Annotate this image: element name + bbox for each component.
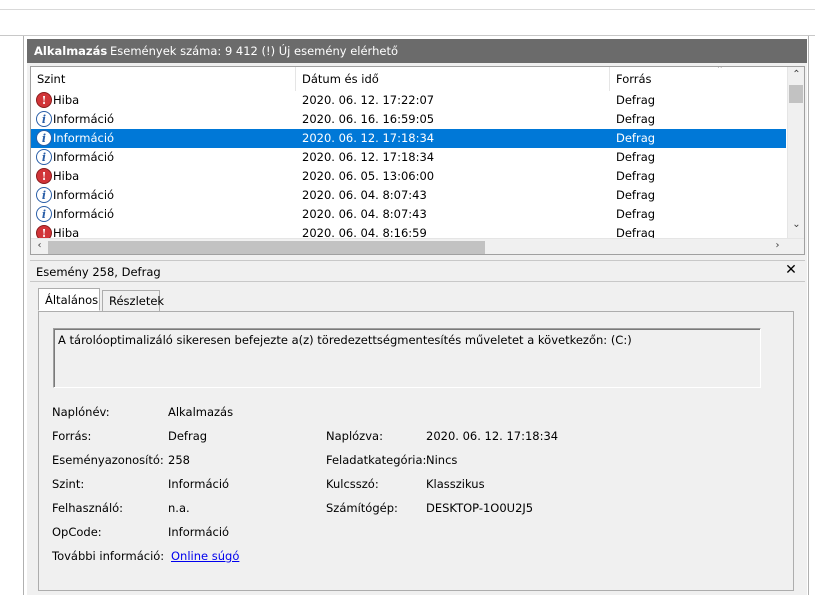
event-title: Esemény 258, Defrag: [36, 265, 161, 279]
field-value: n.a.: [168, 501, 190, 515]
cell-datetime: 2020. 06. 12. 17:18:34: [302, 150, 435, 164]
cell-level: Információ: [53, 188, 115, 202]
description-text: A tárolóoptimalizáló sikeresen befejezte…: [58, 333, 632, 347]
table-row[interactable]: i Információ 2020. 06. 04. 8:07:43 Defrag: [31, 205, 786, 224]
error-icon: !: [36, 92, 52, 108]
online-help-link[interactable]: Online súgó: [171, 549, 239, 563]
scroll-left-icon[interactable]: ‹: [31, 240, 48, 251]
error-icon: !: [36, 168, 52, 184]
column-header-source[interactable]: Forrás: [610, 67, 786, 91]
event-list[interactable]: Szint Dátum és idő Forrás ⌃ ! Hiba 2020. 0…: [30, 66, 805, 255]
field-label: Naplónév:: [52, 405, 110, 419]
tab-general-label: Általános: [45, 293, 99, 307]
field-label: OpCode:: [52, 525, 102, 539]
info-icon: i: [36, 111, 52, 127]
field-value: Információ: [168, 525, 230, 539]
field-label: Felhasználó:: [52, 501, 124, 515]
field-value: 2020. 06. 12. 17:18:34: [426, 429, 559, 443]
info-icon: i: [36, 206, 52, 222]
log-name: Alkalmazás: [34, 44, 108, 58]
left-navigation-pane: [0, 36, 24, 595]
divider: [0, 9, 815, 10]
field-label: Számítógép:: [326, 501, 398, 515]
field-label: Kulcsszó:: [326, 477, 379, 491]
cell-datetime: 2020. 06. 12. 17:22:07: [302, 93, 435, 107]
cell-level: Hiba: [53, 169, 80, 183]
cell-source: Defrag: [616, 150, 656, 164]
cell-source: Defrag: [616, 131, 656, 145]
column-header-level[interactable]: Szint: [31, 67, 296, 91]
field-value: Információ: [168, 477, 230, 491]
field-label: Naplózva:: [326, 429, 383, 443]
cell-source: Defrag: [616, 93, 656, 107]
cell-level: Információ: [53, 207, 115, 221]
scroll-right-icon[interactable]: ›: [769, 240, 786, 251]
info-icon: i: [36, 130, 52, 146]
cell-source: Defrag: [616, 112, 656, 126]
tab-general[interactable]: Általános: [38, 288, 100, 311]
scroll-up-icon[interactable]: ⌃: [788, 69, 804, 80]
cell-level: Információ: [53, 112, 115, 126]
field-value: 258: [168, 453, 190, 467]
right-actions-pane: [808, 36, 815, 595]
table-row[interactable]: i Információ 2020. 06. 12. 17:18:34 Defrag: [31, 148, 786, 167]
field-label: Szint:: [52, 477, 85, 491]
field-value: Klasszikus: [426, 477, 485, 491]
cell-level: Hiba: [53, 93, 80, 107]
cell-datetime: 2020. 06. 16. 16:59:05: [302, 112, 435, 126]
cell-source: Defrag: [616, 207, 656, 221]
vertical-scroll-thumb[interactable]: [789, 85, 803, 103]
vertical-scrollbar[interactable]: ⌃ ⌄: [787, 67, 804, 238]
cell-level: Információ: [53, 150, 115, 164]
event-detail-header: Esemény 258, Defrag ✕: [30, 260, 805, 282]
cell-source: Defrag: [616, 188, 656, 202]
column-header-level-label: Szint: [37, 72, 66, 86]
field-label: Feladatkategória:: [326, 453, 427, 467]
field-label: Eseményazonosító:: [52, 453, 164, 467]
field-value: Alkalmazás: [168, 405, 234, 419]
top-toolbar-area: [0, 0, 815, 36]
close-icon[interactable]: ✕: [782, 262, 800, 278]
cell-source: Defrag: [616, 169, 656, 183]
cell-datetime: 2020. 06. 05. 13:06:00: [302, 169, 435, 183]
info-icon: i: [36, 149, 52, 165]
cell-datetime: 2020. 06. 04. 8:07:43: [302, 188, 427, 202]
table-row[interactable]: i Információ 2020. 06. 16. 16:59:05 Defrag: [31, 110, 786, 129]
sort-arrow-icon: ⌃: [716, 66, 724, 75]
event-count: Események száma: 9 412 (!) Új esemény el…: [110, 44, 398, 58]
column-header-datetime[interactable]: Dátum és idő: [296, 67, 610, 91]
field-label: További információ:: [52, 549, 165, 563]
cell-datetime: 2020. 06. 12. 17:18:34: [302, 131, 435, 145]
field-label: Forrás:: [52, 429, 92, 443]
field-value: Defrag: [168, 429, 208, 443]
log-header-bar: Alkalmazás Események száma: 9 412 (!) Új…: [27, 39, 807, 63]
horizontal-scrollbar[interactable]: ‹ ›: [31, 238, 804, 254]
table-row[interactable]: i Információ 2020. 06. 12. 17:18:34 Defrag: [31, 129, 786, 148]
tab-details-label: Részletek: [109, 294, 165, 308]
field-value: Nincs: [426, 453, 458, 467]
column-header-datetime-label: Dátum és idő: [302, 72, 379, 86]
column-header-source-label: Forrás: [616, 72, 652, 86]
horizontal-scroll-thumb[interactable]: [48, 241, 485, 254]
description-textbox[interactable]: A tárolóoptimalizáló sikeresen befejezte…: [53, 328, 761, 388]
info-icon: i: [36, 187, 52, 203]
field-value: DESKTOP-1O0U2J5: [426, 501, 534, 515]
cell-datetime: 2020. 06. 04. 8:07:43: [302, 207, 427, 221]
table-row[interactable]: ! Hiba 2020. 06. 12. 17:22:07 Defrag: [31, 91, 786, 110]
tab-details[interactable]: Részletek: [102, 290, 164, 312]
table-row[interactable]: i Információ 2020. 06. 04. 8:07:43 Defrag: [31, 186, 786, 205]
scroll-down-icon[interactable]: ⌄: [788, 219, 804, 230]
cell-level: Információ: [53, 131, 115, 145]
table-row[interactable]: ! Hiba 2020. 06. 05. 13:06:00 Defrag: [31, 167, 786, 186]
